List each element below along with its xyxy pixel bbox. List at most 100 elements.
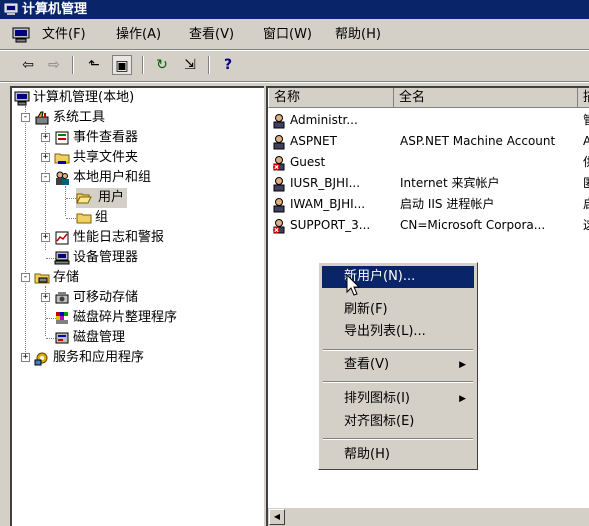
tree-item-shared-folders[interactable]: 共享文件夹 [54, 148, 138, 168]
back-icon[interactable]: ⇦ [18, 55, 38, 75]
menu-item-label: 刷新(F) [344, 302, 388, 317]
menu-help[interactable]: 帮助(H) [333, 22, 383, 48]
submenu-arrow-icon: ▶ [459, 394, 466, 404]
performance-icon [55, 231, 69, 244]
tree-item-label: 可移动存储 [73, 290, 139, 305]
menu-item-view[interactable]: 查看(V) ▶ [322, 354, 474, 376]
table-row[interactable]: Guest 供 [268, 152, 589, 173]
table-row[interactable]: Administr... 管 [268, 110, 589, 131]
tree-item-perf-logs[interactable]: 性能日志和警报 [54, 228, 164, 248]
toolbar-separator [208, 56, 210, 74]
console-icon[interactable] [12, 27, 30, 43]
collapse-icon[interactable]: - [21, 113, 30, 122]
tree-item-services-apps[interactable]: 服务和应用程序 [34, 348, 144, 368]
user-fullname: CN=Microsoft Corpora... [400, 218, 546, 232]
shared-folder-icon [54, 153, 70, 164]
tree-item-label: 本地用户和组 [73, 170, 152, 185]
tree-item-disk-management[interactable]: 磁盘管理 [54, 328, 125, 348]
export-list-icon[interactable]: ⇲ [180, 55, 200, 75]
menu-item-export-list[interactable]: 导出列表(L)... [322, 321, 474, 343]
tree-pane[interactable]: 计算机管理(本地) - 系统工具 + 事件查看器 + 共享文件夹 - 本地用户和… [10, 86, 264, 526]
show-tree-icon[interactable]: ▣ [112, 55, 132, 75]
help-icon[interactable]: ? [218, 55, 238, 75]
tree-item-removable-storage[interactable]: 可移动存储 [54, 288, 138, 308]
column-header-description[interactable]: 描 [578, 88, 589, 108]
menu-file[interactable]: 文件(F) [40, 22, 88, 48]
tree-item-label: 磁盘管理 [73, 330, 126, 345]
user-description: 供 [583, 152, 589, 173]
menu-item-arrange-icons[interactable]: 排列图标(I) ▶ [322, 388, 474, 410]
services-icon [34, 352, 48, 365]
refresh-icon[interactable]: ↻ [152, 55, 172, 75]
user-name: ASPNET [290, 134, 337, 148]
menu-separator [323, 381, 473, 383]
tree-line [66, 218, 76, 219]
expand-icon[interactable]: + [21, 353, 30, 362]
tree-item-defrag[interactable]: 磁盘碎片整理程序 [54, 308, 177, 328]
tree-item-root[interactable]: 计算机管理(本地) [14, 88, 134, 108]
mouse-cursor-icon [346, 274, 360, 296]
user-description: 匿 [583, 173, 589, 194]
user-name: Guest [290, 155, 326, 169]
forward-icon[interactable]: ⇨ [44, 55, 64, 75]
up-folder-icon[interactable]: ⬑ [84, 55, 104, 75]
tools-icon [35, 111, 49, 124]
computer-management-icon [4, 3, 18, 15]
storage-icon [34, 273, 50, 283]
table-row[interactable]: ASPNET ASP.NET Machine Account A [268, 131, 589, 152]
table-row[interactable]: IUSR_BJHI... Internet 来宾帐户 匿 [268, 173, 589, 194]
expand-icon[interactable]: + [41, 133, 50, 142]
menu-window[interactable]: 窗口(W) [261, 22, 314, 48]
title-bar[interactable]: 计算机管理 [0, 0, 589, 19]
tree-item-system-tools[interactable]: 系统工具 [34, 108, 105, 128]
expand-icon[interactable]: + [41, 233, 50, 242]
tree-item-event-viewer[interactable]: 事件查看器 [54, 128, 138, 148]
menu-view[interactable]: 查看(V) [187, 22, 236, 48]
collapse-icon[interactable]: - [41, 173, 50, 182]
context-menu: 新用户(N)... 刷新(F) 导出列表(L)... 查看(V) ▶ 排列图标(I… [318, 262, 478, 470]
scroll-left-icon[interactable]: ◀ [269, 509, 285, 525]
computer-management-icon [14, 91, 30, 105]
tree-item-users[interactable]: 用户 [76, 188, 128, 208]
user-name: SUPPORT_3... [290, 218, 371, 232]
tree-item-groups[interactable]: 组 [76, 208, 108, 228]
collapse-icon[interactable]: - [21, 273, 30, 282]
tree-item-label: 设备管理器 [73, 250, 139, 265]
toolbar-separator [142, 56, 144, 74]
tree-item-label: 服务和应用程序 [53, 350, 145, 365]
menu-bar: 文件(F) 操作(A) 查看(V) 窗口(W) 帮助(H) [0, 22, 589, 48]
toolbar-separator-line [0, 81, 589, 83]
table-row[interactable]: SUPPORT_3... CN=Microsoft Corpora... 这 [268, 215, 589, 236]
tree-line [25, 106, 26, 356]
horizontal-scrollbar[interactable]: ◀ [268, 508, 589, 526]
column-header-fullname[interactable]: 全名 [394, 88, 578, 108]
menu-item-label: 排列图标(I) [344, 391, 410, 406]
expand-icon[interactable]: + [41, 293, 50, 302]
table-row[interactable]: IWAM_BJHI... 启动 IIS 进程帐户 启 [268, 194, 589, 215]
user-name: IUSR_BJHI... [290, 176, 361, 190]
menu-item-new-user[interactable]: 新用户(N)... [322, 266, 474, 288]
defrag-icon [56, 311, 68, 324]
tree-item-local-users-groups[interactable]: 本地用户和组 [54, 168, 151, 188]
tree-item-label: 事件查看器 [73, 130, 139, 145]
tree-item-label: 系统工具 [53, 110, 106, 125]
tree-item-storage[interactable]: 存储 [34, 268, 79, 288]
event-viewer-icon [55, 131, 69, 144]
menu-action[interactable]: 操作(A) [114, 22, 163, 48]
user-name-cell: Administr... [272, 110, 358, 131]
user-description: 管 [583, 110, 589, 131]
tree-line [66, 198, 76, 199]
user-description: 启 [583, 194, 589, 215]
disabled-user-icon [273, 155, 285, 170]
user-description: A [583, 131, 589, 152]
menu-item-refresh[interactable]: 刷新(F) [322, 299, 474, 321]
column-header-name[interactable]: 名称 [268, 88, 394, 108]
tree-item-label: 计算机管理(本地) [33, 90, 135, 105]
disabled-user-icon [273, 218, 285, 233]
expand-icon[interactable]: + [41, 153, 50, 162]
toolbar: ⇦ ⇨ ⬑ ▣ ↻ ⇲ ? [0, 52, 589, 80]
menu-item-help[interactable]: 帮助(H) [322, 444, 474, 466]
user-icon [273, 113, 285, 128]
menu-item-line-up-icons[interactable]: 对齐图标(E) [322, 411, 474, 433]
tree-item-device-manager[interactable]: 设备管理器 [54, 248, 138, 268]
